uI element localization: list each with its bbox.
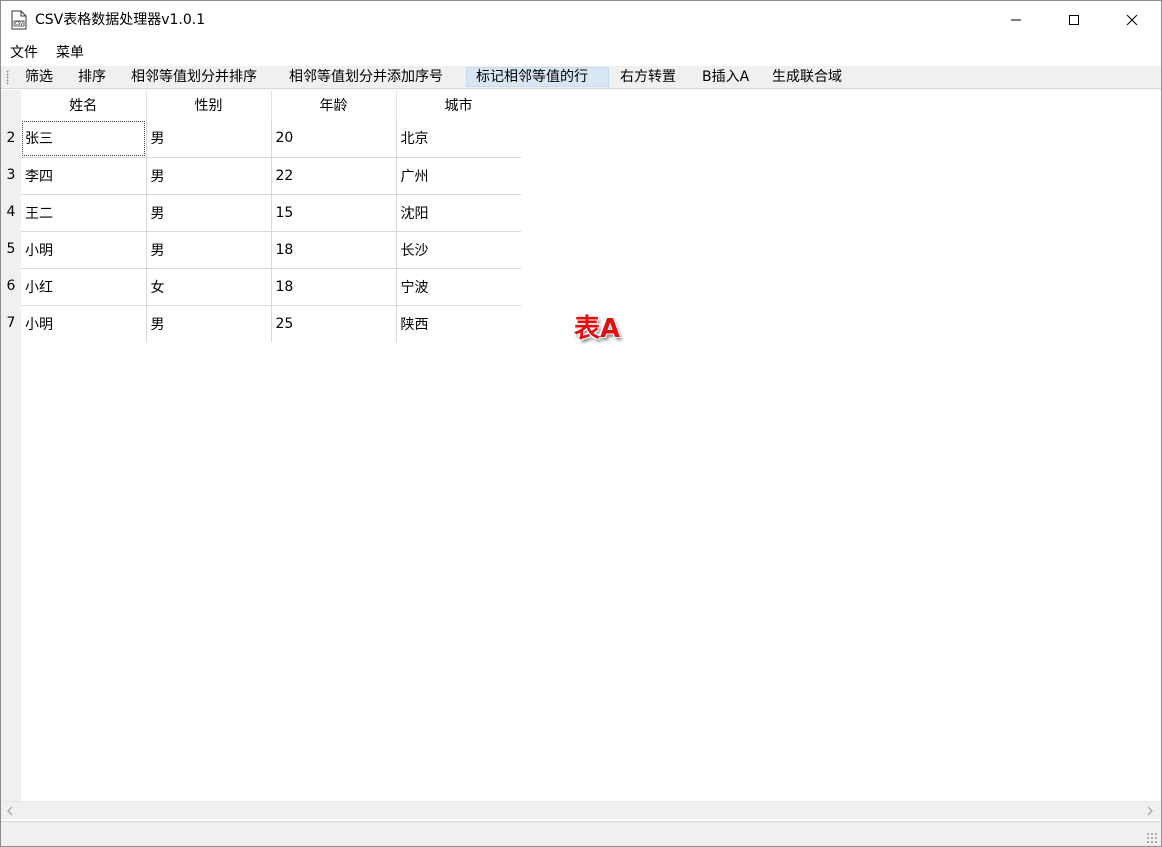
table-cell[interactable]: 25 — [271, 305, 397, 343]
chevron-left-icon[interactable] — [5, 805, 15, 821]
row-number[interactable]: 3 — [1, 157, 21, 194]
table-cell[interactable]: 王二 — [21, 194, 147, 232]
table-cell[interactable]: 18 — [271, 268, 397, 306]
table-cell[interactable]: 22 — [271, 157, 397, 195]
table-cell[interactable]: 张三 — [21, 120, 147, 158]
table-cell[interactable]: 男 — [146, 157, 272, 195]
table-a-annotation: 表A — [574, 314, 621, 344]
table-row: 李四 男 22 广州 — [21, 157, 522, 195]
toolbar: 筛选 排序 相邻等值划分并排序 相邻等值划分并添加序号 标记相邻等值的行 右方转… — [1, 66, 1161, 89]
csv-file-icon: CSV — [11, 10, 27, 30]
menu-bar: 文件 菜单 — [1, 41, 1161, 65]
insert-b-into-a-button[interactable]: B插入A — [699, 67, 752, 87]
column-header-city[interactable]: 城市 — [396, 90, 522, 120]
row-number[interactable]: 2 — [1, 120, 21, 157]
close-button[interactable] — [1103, 1, 1161, 39]
split-number-button[interactable]: 相邻等值划分并添加序号 — [286, 67, 446, 87]
maximize-icon — [1069, 15, 1079, 25]
row-number[interactable]: 4 — [1, 194, 21, 231]
table-cell[interactable]: 男 — [146, 231, 272, 269]
sort-button[interactable]: 排序 — [75, 67, 109, 87]
split-sort-button[interactable]: 相邻等值划分并排序 — [128, 67, 260, 87]
table-cell[interactable]: 广州 — [396, 157, 522, 195]
grid-empty-area-right — [521, 90, 1161, 342]
table-cell[interactable]: 15 — [271, 194, 397, 232]
row-number[interactable]: 7 — [1, 305, 21, 342]
menu-file[interactable]: 文件 — [10, 44, 38, 62]
table-row: 小明 男 25 陕西 — [21, 305, 522, 343]
table-cell[interactable]: 女 — [146, 268, 272, 306]
column-header-gender[interactable]: 性别 — [146, 90, 272, 120]
table-cell[interactable]: 男 — [146, 305, 272, 343]
minimize-icon — [1011, 19, 1021, 21]
table-row: 张三 男 20 北京 — [21, 120, 522, 158]
table-cell[interactable]: 李四 — [21, 157, 147, 195]
table-cell[interactable]: 20 — [271, 120, 397, 158]
table-cell[interactable]: 18 — [271, 231, 397, 269]
data-table: 姓名 性别 年龄 城市 张三 男 20 北京 李四 男 22 广州 王二 男 1… — [21, 90, 522, 343]
row-number[interactable]: 5 — [1, 231, 21, 268]
transpose-right-button[interactable]: 右方转置 — [617, 67, 679, 87]
grid-empty-area — [21, 342, 1161, 801]
table-cell[interactable]: 男 — [146, 120, 272, 158]
filter-button[interactable]: 筛选 — [22, 67, 56, 87]
row-number[interactable]: 6 — [1, 268, 21, 305]
table-cell[interactable]: 小明 — [21, 305, 147, 343]
table-cell[interactable]: 长沙 — [396, 231, 522, 269]
status-bar — [1, 821, 1161, 846]
table-cell[interactable]: 宁波 — [396, 268, 522, 306]
table-cell[interactable]: 北京 — [396, 120, 522, 158]
app-window: CSV CSV表格数据处理器v1.0.1 文件 菜单 筛选 排序 相邻等值划分并… — [0, 0, 1162, 847]
table-row: 小红 女 18 宁波 — [21, 268, 522, 306]
table-cell[interactable]: 小红 — [21, 268, 147, 306]
row-header-column: 2 3 4 5 6 7 — [1, 90, 21, 801]
horizontal-scrollbar[interactable] — [1, 801, 1161, 819]
title-bar[interactable]: CSV CSV表格数据处理器v1.0.1 — [1, 1, 1161, 39]
data-grid[interactable]: 2 3 4 5 6 7 姓名 性别 年龄 城市 张三 男 20 北京 李四 男 … — [1, 90, 1161, 801]
toolbar-grip-icon[interactable] — [6, 70, 9, 85]
window-title: CSV表格数据处理器v1.0.1 — [35, 12, 206, 28]
maximize-button[interactable] — [1045, 1, 1103, 39]
table-row: 王二 男 15 沈阳 — [21, 194, 522, 232]
column-header-name[interactable]: 姓名 — [21, 90, 147, 120]
table-cell[interactable]: 男 — [146, 194, 272, 232]
close-icon — [1126, 14, 1138, 26]
table-cell[interactable]: 沈阳 — [396, 194, 522, 232]
table-cell[interactable]: 小明 — [21, 231, 147, 269]
table-row: 小明 男 18 长沙 — [21, 231, 522, 269]
minimize-button[interactable] — [987, 1, 1045, 39]
mark-adjacent-button[interactable]: 标记相邻等值的行 — [466, 67, 609, 87]
menu-menu[interactable]: 菜单 — [56, 44, 84, 62]
resize-grip-icon[interactable] — [1146, 832, 1158, 844]
chevron-right-icon[interactable] — [1145, 805, 1155, 821]
table-container: 姓名 性别 年龄 城市 张三 男 20 北京 李四 男 22 广州 王二 男 1… — [21, 90, 522, 343]
generate-union-button[interactable]: 生成联合域 — [769, 67, 845, 87]
table-cell[interactable]: 陕西 — [396, 305, 522, 343]
svg-text:CSV: CSV — [15, 21, 23, 26]
column-header-age[interactable]: 年龄 — [271, 90, 397, 120]
table-header-row: 姓名 性别 年龄 城市 — [21, 90, 522, 120]
